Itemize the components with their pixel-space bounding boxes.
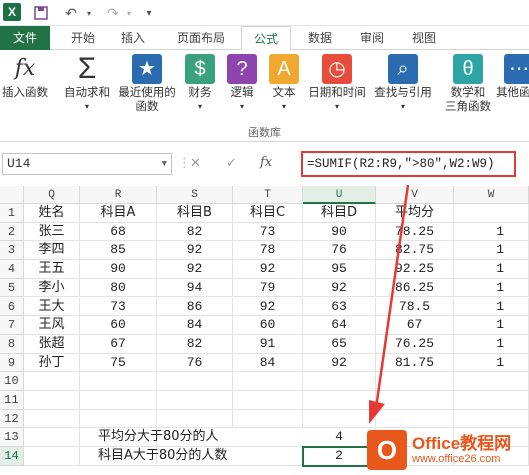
watermark-title: Office教程网 [412,434,512,453]
annotation-arrow [369,184,410,424]
cell-r14[interactable]: 科目A大于80分的人数 [80,447,227,466]
cell-r13[interactable]: 平均分大于80分的人 [80,428,219,448]
watermark-url: www.office26.com [412,453,501,465]
watermark: O Office教程网 www.office26.com [367,425,529,475]
office-logo-icon: O [367,430,407,470]
